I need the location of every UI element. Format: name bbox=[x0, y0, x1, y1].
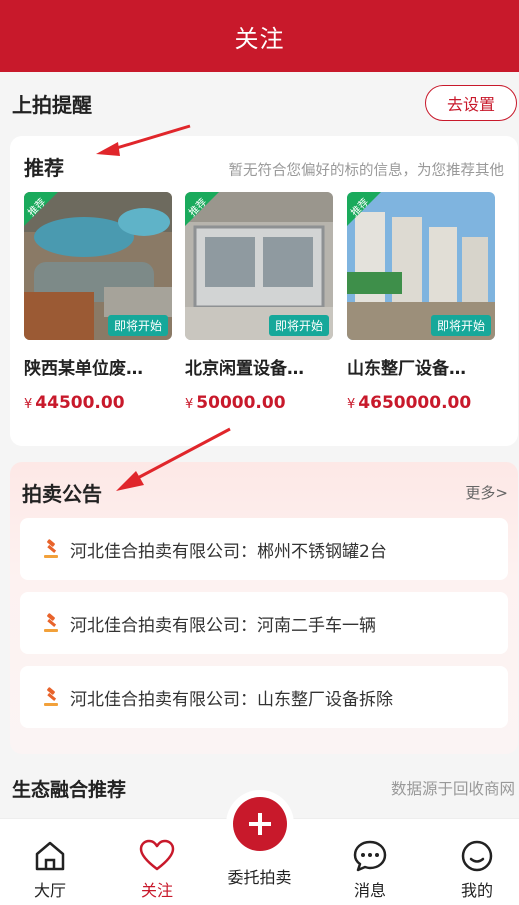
notice-item[interactable]: 河北佳合拍卖有限公司：山东整厂设备拆除 bbox=[20, 666, 508, 728]
auction-notice-card: 拍卖公告 更多> 河北佳合拍卖有限公司：郴州不锈钢罐2台 河北佳合拍卖有限公司：… bbox=[10, 462, 518, 754]
status-badge: 即将开始 bbox=[268, 315, 329, 336]
item-image[interactable]: 推荐 即将开始 bbox=[24, 192, 172, 340]
more-link[interactable]: 更多> bbox=[465, 482, 508, 503]
annotation-arrow bbox=[96, 124, 191, 156]
notice-text: 河北佳合拍卖有限公司：河南二手车一辆 bbox=[70, 615, 376, 636]
item-name[interactable]: 北京闲置设备… bbox=[185, 354, 325, 379]
recommend-hint: 暂无符合您偏好的标的信息，为您推荐其他 bbox=[228, 163, 505, 179]
notice-item[interactable]: 河北佳合拍卖有限公司：郴州不锈钢罐2台 bbox=[20, 518, 508, 580]
plus-icon bbox=[249, 813, 271, 835]
entrust-label[interactable]: 委托拍卖 bbox=[0, 864, 519, 888]
recommend-item[interactable]: 推荐 即将开始 陕西某单位废… ¥44500.00 bbox=[24, 192, 172, 413]
eco-source: 数据源于回收商网 bbox=[390, 780, 515, 798]
item-price: ¥4650000.00 bbox=[347, 393, 472, 413]
entrust-fab[interactable] bbox=[226, 790, 294, 858]
item-name[interactable]: 山东整厂设备… bbox=[347, 354, 487, 379]
reminder-label: 上拍提醒 bbox=[12, 92, 92, 117]
status-badge: 即将开始 bbox=[107, 315, 168, 336]
status-badge: 即将开始 bbox=[430, 315, 491, 336]
notice-title: 拍卖公告 bbox=[22, 482, 102, 506]
recommend-title: 推荐 bbox=[24, 156, 64, 180]
notice-item[interactable]: 河北佳合拍卖有限公司：河南二手车一辆 bbox=[20, 592, 508, 654]
gavel-icon bbox=[44, 539, 58, 558]
recommend-item[interactable]: 推荐 即将开始 北京闲置设备… ¥50000.00 bbox=[185, 192, 333, 413]
item-image[interactable]: 推荐 即将开始 bbox=[347, 192, 495, 340]
annotation-arrow bbox=[116, 427, 231, 491]
go-settings-button[interactable]: 去设置 bbox=[425, 85, 517, 121]
item-image[interactable]: 推荐 即将开始 bbox=[185, 192, 333, 340]
notice-text: 河北佳合拍卖有限公司：郴州不锈钢罐2台 bbox=[70, 541, 387, 562]
app-header: 关注 bbox=[0, 0, 519, 72]
gavel-icon bbox=[44, 613, 58, 632]
auction-reminder-bar: 上拍提醒 去设置 bbox=[0, 72, 519, 134]
recommend-item[interactable]: 推荐 即将开始 山东整厂设备… ¥4650000.00 bbox=[347, 192, 495, 413]
gavel-icon bbox=[44, 687, 58, 706]
item-price: ¥50000.00 bbox=[185, 393, 286, 413]
item-price: ¥44500.00 bbox=[24, 393, 125, 413]
page-title: 关注 bbox=[234, 24, 285, 53]
add-button[interactable] bbox=[233, 797, 287, 851]
eco-title: 生态融合推荐 bbox=[12, 778, 127, 801]
item-name[interactable]: 陕西某单位废… bbox=[24, 354, 164, 379]
recommend-card: 推荐 暂无符合您偏好的标的信息，为您推荐其他 推荐 即将开始 陕西某单位废… ¥… bbox=[10, 136, 518, 446]
notice-text: 河北佳合拍卖有限公司：山东整厂设备拆除 bbox=[70, 689, 393, 710]
